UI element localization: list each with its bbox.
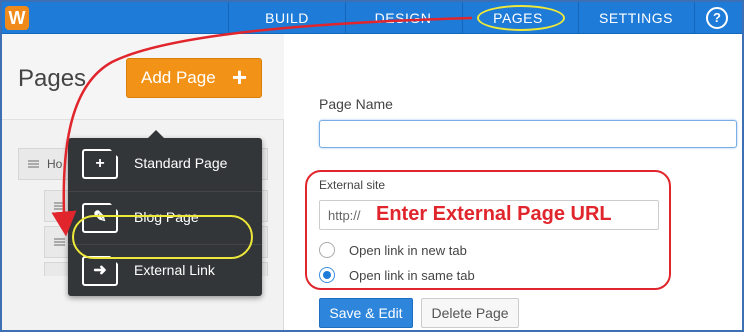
page-name-label: Page Name [319,96,393,112]
add-page-button[interactable]: Add Page + [126,58,262,98]
drag-handle-icon[interactable] [54,202,65,210]
radio-button[interactable] [319,242,335,258]
pages-sidebar: Pages Add Page + Ho + Standard Page ✎ Bl… [2,34,284,330]
help-icon[interactable]: ? [706,7,728,29]
menu-item-standard-page[interactable]: + Standard Page [68,138,262,190]
menu-item-label: External Link [134,262,215,278]
plus-icon: + [231,62,247,92]
radio-label: Open link in new tab [349,243,467,258]
external-site-label: External site [319,178,386,192]
url-prefix: http:// [328,208,361,223]
nav-divider [228,2,229,34]
arrow-page-icon: ➜ [82,256,118,286]
sidebar-title: Pages [18,65,87,92]
plus-page-icon: + [82,149,118,179]
nav-build[interactable]: BUILD [230,2,344,34]
add-page-label: Add Page [141,68,216,87]
sidebar-header: Pages Add Page + [2,34,284,120]
page-name-input[interactable] [319,120,737,148]
page-settings-form: Page Name External site http:// Enter Ex… [285,34,742,330]
delete-page-button[interactable]: Delete Page [421,298,519,328]
save-edit-button[interactable]: Save & Edit [319,298,413,328]
url-annotation-text: Enter External Page URL [376,203,612,225]
pencil-page-icon: ✎ [82,203,118,233]
nav-divider [578,2,579,34]
radio-button-selected[interactable] [319,267,335,283]
menu-item-label: Standard Page [134,155,228,171]
nav-settings[interactable]: SETTINGS [584,2,688,34]
external-url-input[interactable]: http:// Enter External Page URL [319,200,659,230]
menu-item-external-link[interactable]: ➜ External Link [68,244,262,296]
top-nav: W BUILD DESIGN PAGES SETTINGS ? [2,2,742,34]
nav-divider [694,2,695,34]
nav-pages[interactable]: PAGES [470,2,566,34]
app-window: W BUILD DESIGN PAGES SETTINGS ? Pages Ad… [0,0,744,332]
drag-handle-icon[interactable] [28,160,39,168]
weebly-logo-icon[interactable]: W [5,6,29,30]
menu-item-blog-page[interactable]: ✎ Blog Page [68,191,262,243]
drag-handle-icon[interactable] [54,238,65,246]
page-row-label: Ho [47,157,63,171]
nav-design[interactable]: DESIGN [346,2,460,34]
add-page-menu: + Standard Page ✎ Blog Page ➜ External L… [68,130,262,296]
nav-divider [462,2,463,34]
radio-label: Open link in same tab [349,268,475,283]
menu-item-label: Blog Page [134,209,199,225]
